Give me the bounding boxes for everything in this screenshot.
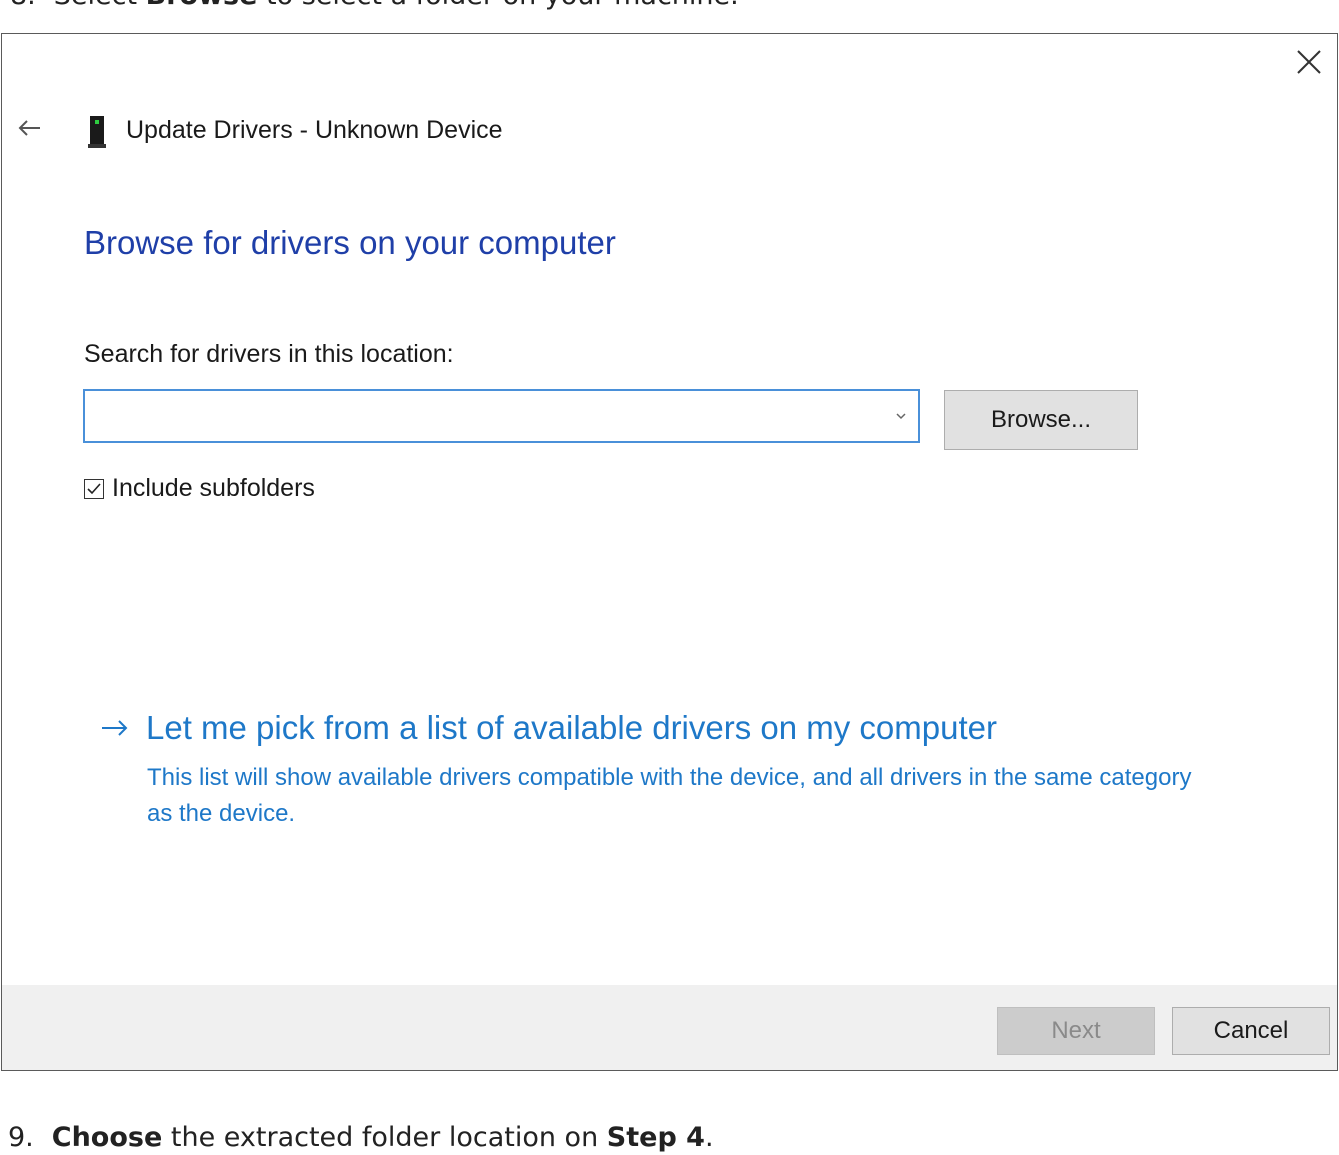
step-9-instruction: 9. Choose the extracted folder location o… [8,1122,714,1153]
pick-from-list-title[interactable]: Let me pick from a list of available dri… [146,709,997,747]
step-9-bold-step: Step 4 [606,1122,705,1153]
step-8-bold: Browse [146,0,258,11]
include-subfolders-checkbox[interactable]: Include subfolders [84,474,315,503]
page: 8. Select Browse to select a folder on yo… [0,0,1339,1155]
location-dropdown-button[interactable] [894,409,908,423]
close-button[interactable] [1291,44,1327,80]
step-9-text-post: . [704,1122,714,1153]
step-8-text-post: to select a folder on your machine. [257,0,739,11]
step-9-text-mid: the extracted folder location on [162,1122,607,1153]
browse-button[interactable]: Browse... [944,390,1138,450]
step-9-bold-choose: Choose [51,1122,163,1153]
dialog-footer: Next Cancel [2,985,1337,1070]
checkbox-box[interactable] [84,478,104,499]
location-combobox[interactable] [83,389,920,443]
chevron-down-icon [896,413,906,420]
step-9-number: 9. [8,1122,34,1153]
step-8-instruction: 8. Select Browse to select a folder on yo… [10,0,739,11]
device-icon [88,116,106,148]
checkmark-icon [87,482,101,494]
page-heading: Browse for drivers on your computer [84,224,616,261]
close-icon [1297,50,1321,74]
window-title: Update Drivers - Unknown Device [126,116,503,144]
next-button[interactable]: Next [997,1007,1155,1055]
back-arrow-icon [18,120,40,136]
back-button[interactable] [16,116,44,140]
step-8-number: 8. [10,0,36,11]
arrow-right-icon [102,720,128,736]
cancel-button[interactable]: Cancel [1172,1007,1330,1055]
search-location-label: Search for drivers in this location: [84,340,454,368]
update-drivers-dialog: Update Drivers - Unknown Device Browse f… [1,33,1338,1071]
location-input[interactable] [85,391,875,441]
step-8-text-pre: Select [54,0,146,11]
include-subfolders-label: Include subfolders [112,474,315,502]
pick-from-list-link[interactable]: Let me pick from a list of available dri… [100,709,997,747]
pick-from-list-description: This list will show available drivers co… [147,764,1192,827]
